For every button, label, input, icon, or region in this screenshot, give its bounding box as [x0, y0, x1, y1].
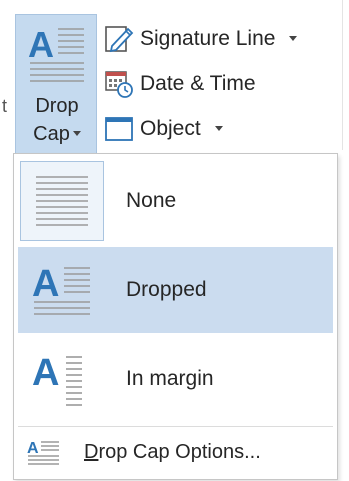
accelerator-key: D [84, 440, 99, 463]
object-icon [104, 114, 134, 144]
drop-cap-in-margin-icon: A [20, 339, 104, 419]
drop-cap-label-line1: Drop [35, 95, 79, 117]
svg-text:A: A [32, 352, 59, 394]
menu-item-label: Dropped [126, 278, 207, 301]
drop-cap-options-label-rest: rop Cap Options... [98, 440, 261, 463]
menu-item-in-margin[interactable]: A In margin [18, 336, 333, 422]
svg-text:A: A [32, 263, 59, 305]
signature-line-label: Signature Line [140, 27, 276, 50]
menu-item-none[interactable]: None [18, 158, 333, 244]
drop-cap-label-text: Cap [33, 123, 70, 145]
object-button[interactable]: Object [104, 111, 223, 147]
ribbon-divider [342, 0, 343, 150]
menu-item-label: None [126, 189, 177, 212]
menu-item-label: In margin [126, 367, 214, 390]
chevron-down-icon [72, 131, 81, 137]
chevron-down-icon[interactable] [289, 35, 298, 41]
date-time-icon [104, 69, 134, 99]
signature-line-button[interactable]: Signature Line [104, 21, 298, 57]
drop-cap-label-line2: Cap [16, 123, 98, 146]
svg-text:A: A [27, 440, 39, 457]
drop-cap-dropped-icon: A [20, 250, 104, 330]
menu-item-dropped[interactable]: A Dropped [18, 247, 333, 333]
signature-line-icon [104, 24, 134, 54]
menu-divider [18, 426, 333, 427]
drop-cap-none-icon [20, 161, 104, 241]
drop-cap-icon: A [28, 23, 88, 94]
drop-cap-menu: None A Dropped A In margin A Drop Cap Op… [13, 153, 338, 480]
drop-cap-options-icon: A [24, 439, 64, 465]
date-time-button[interactable]: Date & Time [104, 66, 256, 102]
drop-cap-options-item[interactable]: A Drop Cap Options... [18, 430, 333, 474]
clipped-ribbon-label: t [2, 96, 8, 116]
svg-text:A: A [28, 24, 54, 65]
date-time-label: Date & Time [140, 72, 256, 95]
drop-cap-button[interactable]: A Drop Cap [15, 14, 97, 157]
drop-cap-options-label: Drop Cap Options... [84, 441, 261, 464]
chevron-down-icon[interactable] [214, 125, 223, 131]
object-label: Object [140, 117, 201, 140]
insert-ribbon-text-group: t A Drop Cap Signature Line Date & Time … [0, 0, 349, 158]
